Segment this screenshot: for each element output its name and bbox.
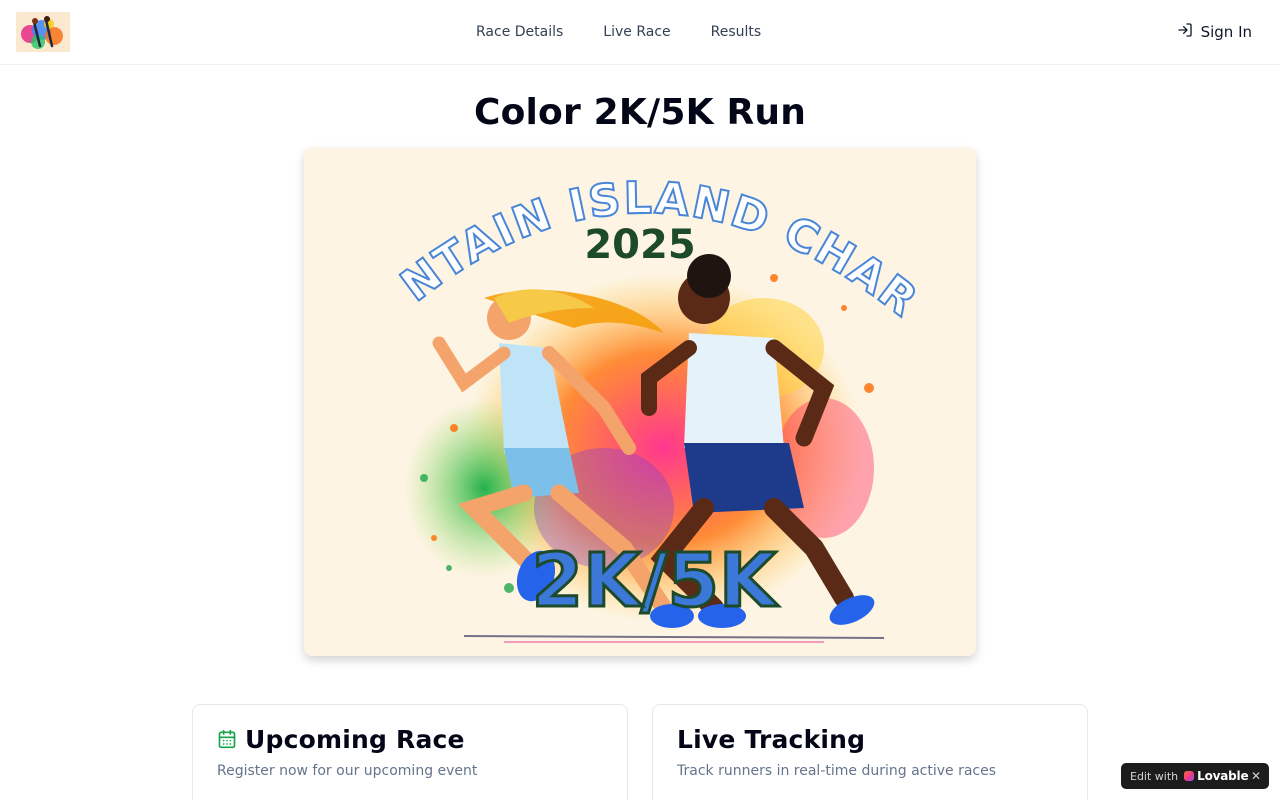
nav-live-race[interactable]: Live Race (603, 24, 670, 40)
nav-results[interactable]: Results (711, 24, 762, 40)
badge-brand-label: Lovable (1197, 769, 1249, 783)
nav-race-details[interactable]: Race Details (476, 24, 563, 40)
close-icon[interactable]: ✕ (1251, 769, 1261, 783)
sign-in-icon (1177, 22, 1193, 42)
upcoming-race-card: Upcoming Race Register now for our upcom… (192, 704, 628, 800)
badge-prefix: Edit with (1130, 769, 1179, 783)
upcoming-race-subtitle: Register now for our upcoming event (217, 763, 478, 779)
main-nav: Race Details Live Race Results (476, 0, 761, 64)
sign-in-button[interactable]: Sign In (1177, 0, 1252, 64)
hero-distance-text: 2K/5K (532, 538, 779, 624)
page-title: Color 2K/5K Run (473, 92, 807, 133)
lovable-heart-icon (1184, 771, 1195, 781)
calendar-icon (217, 727, 237, 753)
upcoming-race-title: Upcoming Race (245, 725, 465, 754)
hero-year: 2025 (584, 222, 695, 268)
top-navbar: Race Details Live Race Results Sign In (0, 0, 1280, 65)
live-tracking-card: Live Tracking Track runners in real-time… (652, 704, 1088, 800)
edit-with-lovable-badge[interactable]: Edit with Lovable ✕ (1121, 763, 1269, 789)
live-tracking-title: Live Tracking (677, 725, 866, 754)
site-logo[interactable] (16, 12, 70, 52)
sign-in-label: Sign In (1200, 23, 1252, 41)
live-tracking-subtitle: Track runners in real-time during active… (677, 763, 997, 779)
hero-image: MOUNTAIN ISLAND CHARTER 2025 (304, 148, 976, 656)
